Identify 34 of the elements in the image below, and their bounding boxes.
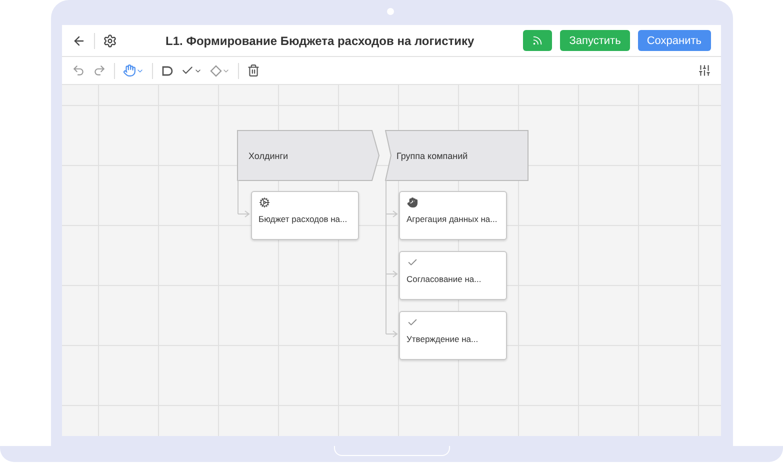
hand-icon bbox=[122, 64, 136, 77]
redo-tool[interactable] bbox=[92, 64, 106, 77]
lane-label: Группа компаний bbox=[396, 151, 468, 161]
diamond-icon bbox=[210, 64, 222, 76]
gateway-tool[interactable] bbox=[210, 64, 230, 76]
delete-tool[interactable] bbox=[246, 64, 260, 77]
hand-icon bbox=[406, 197, 418, 208]
settings-button[interactable] bbox=[698, 64, 710, 77]
lane-label: Холдинги bbox=[248, 151, 288, 161]
task-label: Утверждение на... bbox=[406, 334, 480, 344]
task-label: Агрегация данных на... bbox=[406, 214, 498, 224]
trash-icon bbox=[246, 64, 260, 77]
signal-icon bbox=[532, 35, 544, 46]
redo-icon bbox=[92, 64, 106, 77]
task-label: Согласование на... bbox=[406, 274, 482, 284]
hand-tool[interactable] bbox=[122, 64, 144, 77]
task-card[interactable]: Согласование на... bbox=[398, 251, 506, 300]
connector bbox=[236, 180, 250, 220]
event-tool[interactable] bbox=[160, 64, 172, 76]
check-icon bbox=[406, 257, 418, 268]
back-button[interactable] bbox=[72, 34, 86, 48]
camera-dot bbox=[386, 8, 394, 15]
window-title: L1. Формирование Бюджета расходов на логистику bbox=[164, 34, 476, 48]
task-label: Бюджет расходов на... bbox=[258, 214, 348, 224]
signal-button[interactable] bbox=[523, 30, 552, 51]
settings-button[interactable] bbox=[102, 34, 116, 48]
task-card[interactable]: Агрегация данных на... bbox=[398, 191, 506, 240]
shape-icon bbox=[160, 64, 172, 76]
gear-icon bbox=[258, 197, 270, 208]
task-card[interactable]: Бюджет расходов на... bbox=[250, 191, 358, 240]
undo-icon bbox=[72, 64, 84, 77]
undo-tool[interactable] bbox=[72, 64, 84, 77]
task-card[interactable]: Утверждение на... bbox=[398, 311, 506, 360]
check-icon bbox=[406, 317, 418, 328]
